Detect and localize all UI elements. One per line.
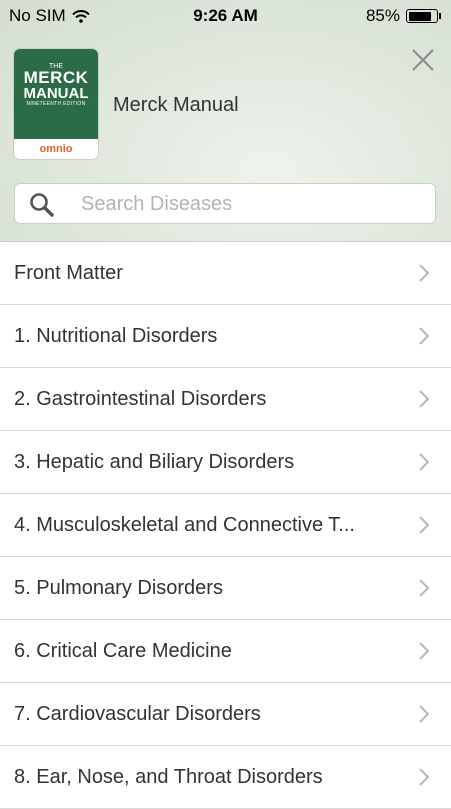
list-item[interactable]: 4. Musculoskeletal and Connective T... xyxy=(0,494,451,557)
chevron-right-icon xyxy=(419,705,429,723)
battery-nub xyxy=(439,13,441,19)
list-item-label: 3. Hepatic and Biliary Disorders xyxy=(14,451,295,473)
header: THE MERCK MANUAL NINETEENTH EDITION omni… xyxy=(0,0,451,242)
list-item[interactable]: 5. Pulmonary Disorders xyxy=(0,557,451,620)
logo-manual: MANUAL xyxy=(23,85,89,102)
list-item-label: Front Matter xyxy=(14,262,123,284)
list-item-label: 6. Critical Care Medicine xyxy=(14,640,232,662)
battery-fill xyxy=(408,11,432,21)
close-button[interactable] xyxy=(409,46,437,74)
app-title: Merck Manual xyxy=(113,94,239,116)
merck-manual-logo: THE MERCK MANUAL NINETEENTH EDITION omni… xyxy=(14,49,98,159)
list-item[interactable]: 7. Cardiovascular Disorders xyxy=(0,683,451,746)
list-item[interactable]: Front Matter xyxy=(0,242,451,305)
logo-the: THE xyxy=(49,63,63,70)
search-input[interactable] xyxy=(79,184,423,225)
list-item-label: 8. Ear, Nose, and Throat Disorders xyxy=(14,766,323,788)
battery-icon xyxy=(406,9,438,23)
chevron-right-icon xyxy=(419,579,429,597)
search-box[interactable] xyxy=(14,183,436,225)
status-bar: No SIM 9:26 AM 85% xyxy=(0,0,451,30)
chevron-right-icon xyxy=(419,390,429,408)
chevron-right-icon xyxy=(419,516,429,534)
list-item[interactable]: 6. Critical Care Medicine xyxy=(0,620,451,683)
logo-edition: NINETEENTH EDITION xyxy=(26,101,86,107)
logo-brand: omnio xyxy=(14,139,98,159)
list-item-label: 4. Musculoskeletal and Connective T... xyxy=(14,514,355,536)
list-item-label: 7. Cardiovascular Disorders xyxy=(14,703,261,725)
search-icon xyxy=(30,193,54,217)
chevron-right-icon xyxy=(419,453,429,471)
chevron-right-icon xyxy=(419,264,429,282)
list-item-label: 2. Gastrointestinal Disorders xyxy=(14,388,267,410)
chapter-list: Front Matter 1. Nutritional Disorders 2.… xyxy=(0,242,451,809)
close-icon xyxy=(412,49,434,71)
chevron-right-icon xyxy=(419,642,429,660)
logo-merck: MERCK xyxy=(23,68,89,87)
battery-percent: 85% xyxy=(365,6,400,25)
list-item-label: 1. Nutritional Disorders xyxy=(14,325,218,347)
chevron-right-icon xyxy=(419,768,429,786)
chevron-right-icon xyxy=(419,327,429,345)
list-item[interactable]: 1. Nutritional Disorders xyxy=(0,305,451,368)
list-item-label: 5. Pulmonary Disorders xyxy=(14,577,223,599)
list-item[interactable]: 2. Gastrointestinal Disorders xyxy=(0,368,451,431)
list-item[interactable]: 3. Hepatic and Biliary Disorders xyxy=(0,431,451,494)
battery-group: 85% xyxy=(366,6,441,26)
